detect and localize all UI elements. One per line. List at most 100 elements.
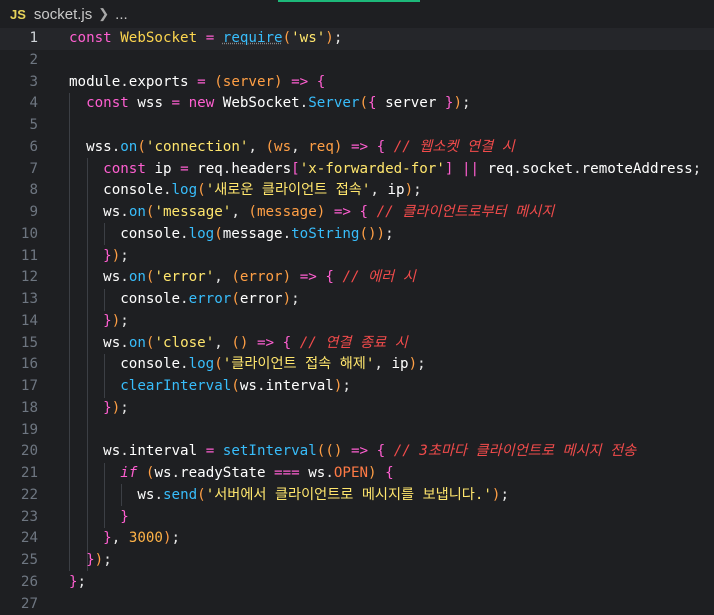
code-line[interactable]: 13 console.error(error); <box>0 289 714 311</box>
line-number: 20 <box>0 441 38 463</box>
code-line[interactable]: 20 ws.interval = setInterval(() => { // … <box>0 441 714 463</box>
identifier: console <box>120 356 180 372</box>
breadcrumb-symbols[interactable]: ... <box>115 6 128 23</box>
string-literal: 'message' <box>154 204 231 220</box>
identifier: remoteAddress <box>582 161 693 177</box>
code-line[interactable]: 10 console.log(message.toString()); <box>0 224 714 246</box>
code-line[interactable]: 14 }); <box>0 311 714 333</box>
line-number: 9 <box>0 202 38 224</box>
string-literal: 'error' <box>154 269 214 285</box>
identifier: wss <box>86 139 112 155</box>
line-number: 16 <box>0 354 38 376</box>
arrow-operator: => <box>351 443 368 459</box>
identifier: console <box>120 291 180 307</box>
line-number: 6 <box>0 137 38 159</box>
identifier: exports <box>129 74 189 90</box>
identifier: ws <box>240 378 257 394</box>
line-number: 26 <box>0 572 38 594</box>
code-line[interactable]: 1const WebSocket = require('ws'); <box>0 28 714 50</box>
code-line[interactable]: 15 ws.on('close', () => { // 연결 종료 시 <box>0 333 714 355</box>
identifier: headers <box>231 161 291 177</box>
identifier: server <box>385 95 436 111</box>
line-number: 22 <box>0 485 38 507</box>
breadcrumb-file[interactable]: socket.js <box>34 6 92 23</box>
parameter: ws <box>274 139 291 155</box>
comment: // 클라이언트로부터 메시지 <box>377 204 555 220</box>
code-line[interactable]: 22 ws.send('서버에서 클라이언트로 메시지를 보냅니다.'); <box>0 485 714 507</box>
line-number: 1 <box>0 28 38 50</box>
line-number: 21 <box>0 463 38 485</box>
code-line[interactable]: 11 }); <box>0 246 714 268</box>
code-line[interactable]: 4 const wss = new WebSocket.Server({ ser… <box>0 93 714 115</box>
string-literal: '서버에서 클라이언트로 메시지를 보냅니다.' <box>206 487 492 503</box>
identifier: ws <box>103 204 120 220</box>
line-number: 7 <box>0 159 38 181</box>
code-line[interactable]: 18 }); <box>0 398 714 420</box>
code-line[interactable]: 7 const ip = req.headers['x-forwarded-fo… <box>0 159 714 181</box>
parameter: error <box>240 269 283 285</box>
line-number: 12 <box>0 267 38 289</box>
arrow-operator: => <box>291 74 308 90</box>
function-name: on <box>129 335 146 351</box>
keyword: if <box>120 465 137 481</box>
line-number: 15 <box>0 333 38 355</box>
code-line[interactable]: 6 wss.on('connection', (ws, req) => { //… <box>0 137 714 159</box>
line-number: 24 <box>0 528 38 550</box>
code-line[interactable]: 17 clearInterval(ws.interval); <box>0 376 714 398</box>
code-line[interactable]: 27 <box>0 594 714 615</box>
code-line[interactable]: 2 <box>0 50 714 72</box>
identifier: ip <box>154 161 171 177</box>
function-name: error <box>189 291 232 307</box>
code-line[interactable]: 19 <box>0 420 714 442</box>
comment: // 에러 시 <box>342 269 415 285</box>
line-number: 17 <box>0 376 38 398</box>
function-name: log <box>189 356 215 372</box>
operator: = <box>172 95 181 111</box>
line-number: 14 <box>0 311 38 333</box>
function-name: setInterval <box>223 443 317 459</box>
code-line[interactable]: 9 ws.on('message', (message) => { // 클라이… <box>0 202 714 224</box>
function-name: require <box>223 30 283 46</box>
identifier: WebSocket <box>120 30 197 46</box>
parameter: message <box>257 204 317 220</box>
operator: === <box>274 465 300 481</box>
code-line[interactable]: 26}; <box>0 572 714 594</box>
code-line[interactable]: 23 } <box>0 507 714 529</box>
code-line[interactable]: 3module.exports = (server) => { <box>0 72 714 94</box>
code-line[interactable]: 21 if (ws.readyState === ws.OPEN) { <box>0 463 714 485</box>
operator: = <box>180 161 189 177</box>
keyword: new <box>189 95 215 111</box>
identifier: ws <box>154 465 171 481</box>
code-line[interactable]: 12 ws.on('error', (error) => { // 에러 시 <box>0 267 714 289</box>
function-name: on <box>120 139 137 155</box>
comment: // 연결 종료 시 <box>300 335 408 351</box>
comment: // 웹소켓 연결 시 <box>394 139 515 155</box>
string-literal: '새로운 클라이언트 접속' <box>206 182 371 198</box>
line-number: 19 <box>0 420 38 442</box>
code-line[interactable]: 8 console.log('새로운 클라이언트 접속', ip); <box>0 180 714 202</box>
identifier: module <box>69 74 120 90</box>
code-line[interactable]: 25 }); <box>0 550 714 572</box>
code-editor[interactable]: 1const WebSocket = require('ws'); 2 3mod… <box>0 28 714 615</box>
code-line[interactable]: 16 console.log('클라이언트 접속 해제', ip); <box>0 354 714 376</box>
string-literal: 'x-forwarded-for' <box>300 161 445 177</box>
code-line[interactable]: 5 <box>0 115 714 137</box>
identifier: ws <box>103 335 120 351</box>
operator: = <box>197 74 206 90</box>
identifier: ws <box>103 269 120 285</box>
identifier: interval <box>265 378 333 394</box>
identifier: ws <box>137 487 154 503</box>
identifier: socket <box>522 161 573 177</box>
string-literal: 'close' <box>154 335 214 351</box>
code-line[interactable]: 24 }, 3000); <box>0 528 714 550</box>
line-number: 23 <box>0 507 38 529</box>
line-number: 11 <box>0 246 38 268</box>
function-name: log <box>189 226 215 242</box>
breadcrumb: JS socket.js ❯ ... <box>0 0 714 28</box>
operator: || <box>462 161 479 177</box>
arrow-operator: => <box>351 139 368 155</box>
line-number: 25 <box>0 550 38 572</box>
number-literal: 3000 <box>129 530 163 546</box>
identifier: error <box>240 291 283 307</box>
identifier: ip <box>387 182 404 198</box>
